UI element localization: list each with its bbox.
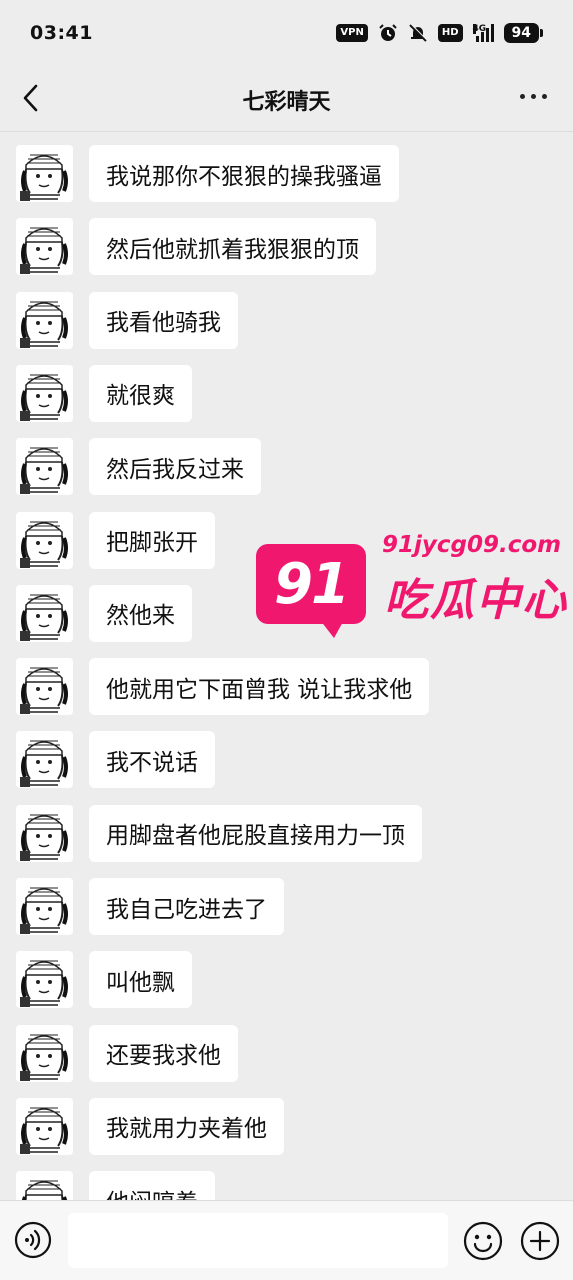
avatar[interactable] [16,218,73,276]
mute-bell-icon [409,23,428,42]
plus-icon[interactable] [520,1221,560,1261]
status-icons: VPN HD 4G 94 [336,23,544,43]
message-bubble[interactable]: 用脚盘者他屁股直接用力一顶 [89,804,422,862]
message-bubble[interactable]: 然他来 [89,584,192,642]
avatar[interactable] [16,584,73,642]
message-bubble[interactable]: 把脚张开 [89,511,215,569]
message-bubble[interactable]: 我不说话 [89,731,215,789]
message-bubble[interactable]: 还要我求他 [89,1024,238,1082]
message-row: 就很爽 [16,364,192,422]
message-row: 还要我求他 [16,1024,238,1082]
message-bubble[interactable]: 叫他飘 [89,951,192,1009]
emoji-icon[interactable] [463,1221,503,1261]
avatar[interactable] [16,1097,73,1155]
message-bubble[interactable]: 我说那你不狠狠的操我骚逼 [89,145,399,202]
message-bubble[interactable]: 我自己吃进去了 [89,878,284,935]
message-row: 我不说话 [16,731,215,789]
avatar[interactable] [16,145,73,202]
avatar[interactable] [16,438,73,496]
avatar[interactable] [16,291,73,349]
status-time: 03:41 [30,22,93,44]
message-bubble[interactable]: 就很爽 [89,364,192,422]
message-row: 然后他就抓着我狠狠的顶 [16,218,376,276]
more-options-button[interactable] [520,94,547,99]
message-bubble[interactable]: 他就用它下面曾我 说让我求他 [89,658,430,716]
message-row: 用脚盘者他屁股直接用力一顶 [16,804,422,862]
avatar[interactable] [16,1024,73,1082]
dot-icon [542,94,547,99]
signal-icon: 4G [472,24,494,42]
nav-bar: 七彩晴天 [0,66,573,132]
alarm-icon [379,24,397,41]
message-bubble[interactable]: 我就用力夹着他 [89,1097,284,1155]
message-row: 我就用力夹着他 [16,1097,284,1155]
message-row: 叫他飘 [16,951,192,1009]
avatar[interactable] [16,951,73,1009]
message-bubble[interactable]: 他闷哼着 [89,1171,215,1200]
message-row: 他闷哼着 [16,1171,215,1200]
dot-icon [520,94,525,99]
avatar[interactable] [16,878,73,935]
message-row: 我说那你不狠狠的操我骚逼 [16,145,399,202]
message-input[interactable] [68,1213,448,1268]
chat-title: 七彩晴天 [242,90,331,115]
message-row: 把脚张开 [16,511,215,569]
avatar[interactable] [16,658,73,716]
message-row: 我看他骑我 [16,291,238,349]
input-bar [0,1200,573,1280]
message-list[interactable]: 我说那你不狠狠的操我骚逼 然后他就抓着我狠狠的顶 我看他骑我就很爽然后我反过来 把脚张… [0,132,573,1200]
status-bar: 03:41 VPN HD 4G 94 [0,0,573,66]
avatar[interactable] [16,511,73,569]
message-bubble[interactable]: 然后我反过来 [89,438,261,496]
message-row: 然他来 [16,584,192,642]
hd-icon: HD [437,24,463,42]
avatar[interactable] [16,804,73,862]
message-bubble[interactable]: 然后他就抓着我狠狠的顶 [89,218,376,276]
message-row: 他就用它下面曾我 说让我求他 [16,658,430,716]
message-bubble[interactable]: 我看他骑我 [89,291,238,349]
message-row: 我自己吃进去了 [16,878,284,935]
avatar[interactable] [16,1171,73,1200]
battery-icon: 94 [503,23,544,43]
message-row: 然后我反过来 [16,438,261,496]
dot-icon [531,94,536,99]
avatar[interactable] [16,364,73,422]
vpn-icon: VPN [336,24,368,42]
avatar[interactable] [16,731,73,789]
voice-input-icon[interactable] [14,1221,52,1259]
